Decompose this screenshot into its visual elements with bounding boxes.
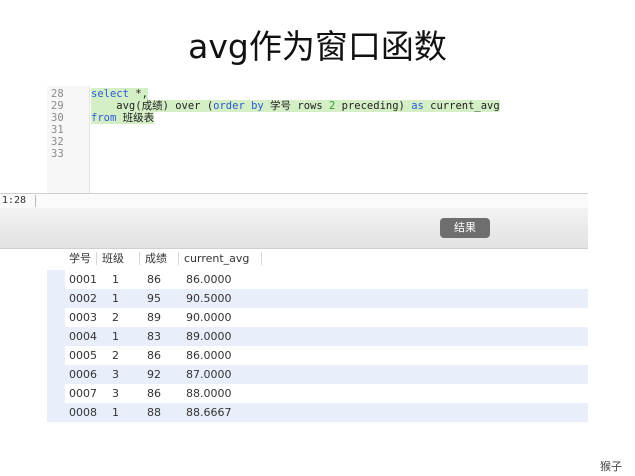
cell-score: 83 [147, 330, 161, 343]
row-stripe [47, 365, 588, 384]
cell-score: 86 [147, 387, 161, 400]
table-row[interactable]: 0003 2 89 90.0000 [47, 308, 588, 327]
cell-current-avg: 88.6667 [186, 406, 232, 419]
code-line-29[interactable]: avg(成绩) over (order by 学号 rows 2 precedi… [91, 100, 500, 112]
cell-current-avg: 86.0000 [186, 349, 232, 362]
code-text: 学号 rows [263, 100, 329, 112]
code-text: preceding) [335, 100, 412, 112]
table-row[interactable]: 0005 2 86 86.0000 [47, 346, 588, 365]
code-text: avg(成绩) over ( [91, 100, 214, 112]
cell-student-id: 0003 [69, 311, 97, 324]
row-selector[interactable] [47, 384, 65, 403]
cell-class: 1 [112, 292, 119, 305]
line-number: 28 [51, 88, 64, 100]
cursor-position: 1:28 [2, 195, 27, 206]
code-line-30[interactable]: from 班级表 [91, 112, 155, 124]
status-divider [35, 195, 36, 207]
cell-student-id: 0001 [69, 273, 97, 286]
slide-title: avg作为窗口函数 [188, 27, 447, 66]
code-keyword: as [411, 100, 424, 112]
cell-class: 2 [112, 311, 119, 324]
column-divider[interactable] [178, 252, 179, 265]
sql-editor[interactable]: 28 29 30 31 32 33 select *, avg(成绩) over… [47, 86, 588, 196]
results-toolbar: 结果 [0, 208, 588, 249]
cell-class: 1 [112, 406, 119, 419]
table-row[interactable]: 0001 1 86 86.0000 [47, 270, 588, 289]
code-keyword: order by [213, 100, 264, 112]
results-tab[interactable]: 结果 [440, 218, 490, 238]
code-text: 班级表 [116, 112, 155, 124]
line-number: 30 [51, 112, 64, 124]
column-header-score[interactable]: 成绩 [145, 249, 167, 268]
line-number: 29 [51, 100, 64, 112]
table-row[interactable]: 0007 3 86 88.0000 [47, 384, 588, 403]
cell-current-avg: 89.0000 [186, 330, 232, 343]
cell-current-avg: 87.0000 [186, 368, 232, 381]
line-number: 31 [51, 124, 64, 136]
column-divider[interactable] [96, 252, 97, 265]
cell-current-avg: 90.5000 [186, 292, 232, 305]
cell-score: 88 [147, 406, 161, 419]
row-stripe [47, 327, 588, 346]
cell-score: 95 [147, 292, 161, 305]
editor-status-bar: 1:28 [0, 193, 588, 209]
cell-current-avg: 88.0000 [186, 387, 232, 400]
line-number-gutter: 28 29 30 31 32 33 [47, 86, 90, 196]
code-keyword: from [91, 112, 117, 124]
line-number: 33 [51, 148, 64, 160]
cell-class: 3 [112, 368, 119, 381]
row-selector[interactable] [47, 346, 65, 365]
cell-score: 92 [147, 368, 161, 381]
cell-current-avg: 90.0000 [186, 311, 232, 324]
table-row[interactable]: 0008 1 88 88.6667 [47, 403, 588, 422]
cell-student-id: 0007 [69, 387, 97, 400]
code-line-28[interactable]: select *, [91, 88, 148, 100]
column-divider[interactable] [261, 252, 262, 265]
column-header-current-avg[interactable]: current_avg [184, 249, 249, 268]
row-stripe [47, 403, 588, 422]
table-row[interactable]: 0004 1 83 89.0000 [47, 327, 588, 346]
author-label: 猴子 [600, 460, 622, 473]
row-stripe [47, 289, 588, 308]
column-header-student-id[interactable]: 学号 [69, 249, 91, 268]
code-keyword: select [91, 88, 129, 100]
cell-class: 2 [112, 349, 119, 362]
cell-student-id: 0008 [69, 406, 97, 419]
cell-student-id: 0006 [69, 368, 97, 381]
cell-current-avg: 86.0000 [186, 273, 232, 286]
table-row[interactable]: 0006 3 92 87.0000 [47, 365, 588, 384]
table-header: 学号 班级 成绩 current_avg [47, 249, 588, 268]
column-divider[interactable] [139, 252, 140, 265]
row-selector[interactable] [47, 270, 65, 289]
code-text: *, [128, 88, 148, 100]
table-row[interactable]: 0002 1 95 90.5000 [47, 289, 588, 308]
cell-class: 1 [112, 330, 119, 343]
cell-class: 1 [112, 273, 119, 286]
code-text: current_avg [423, 100, 500, 112]
cell-score: 86 [147, 349, 161, 362]
line-number: 32 [51, 136, 64, 148]
cell-student-id: 0002 [69, 292, 97, 305]
cell-student-id: 0004 [69, 330, 97, 343]
cell-score: 89 [147, 311, 161, 324]
row-selector[interactable] [47, 308, 65, 327]
cell-class: 3 [112, 387, 119, 400]
column-header-class[interactable]: 班级 [102, 249, 124, 268]
cell-student-id: 0005 [69, 349, 97, 362]
cell-score: 86 [147, 273, 161, 286]
